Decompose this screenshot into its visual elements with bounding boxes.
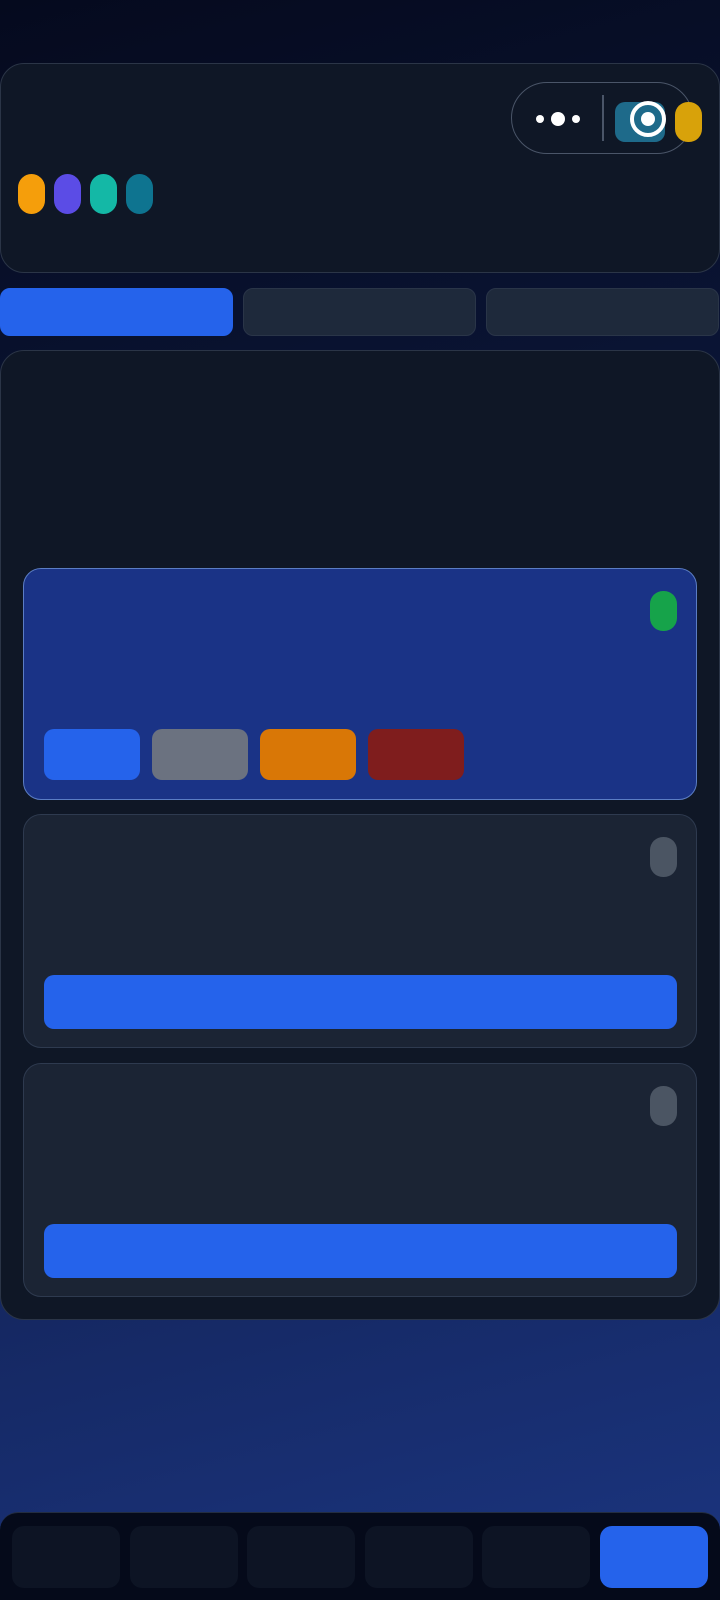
- delete-action-button[interactable]: [368, 729, 464, 780]
- nav-item-5[interactable]: [482, 1526, 590, 1588]
- nav-item-6[interactable]: [600, 1526, 708, 1588]
- color-dot-orange[interactable]: [18, 174, 45, 214]
- nav-item-1[interactable]: [12, 1526, 120, 1588]
- list-card-selected[interactable]: [23, 568, 697, 800]
- more-icon[interactable]: [536, 109, 580, 129]
- nav-item-3[interactable]: [247, 1526, 355, 1588]
- mini-program-capsule: [511, 82, 693, 154]
- tab-2[interactable]: [243, 288, 476, 336]
- nav-item-4[interactable]: [365, 1526, 473, 1588]
- list-card[interactable]: [23, 1063, 697, 1297]
- primary-action-button[interactable]: [44, 729, 140, 780]
- card-action-button[interactable]: [44, 1224, 677, 1278]
- status-badge: [650, 837, 677, 877]
- warning-action-button[interactable]: [260, 729, 356, 780]
- color-dot-cyan[interactable]: [126, 174, 153, 214]
- bottom-nav: [0, 1512, 720, 1600]
- tab-1[interactable]: [0, 288, 233, 336]
- target-icon[interactable]: [630, 101, 666, 137]
- card-action-button[interactable]: [44, 975, 677, 1029]
- secondary-action-button[interactable]: [152, 729, 248, 780]
- status-badge: [650, 591, 677, 631]
- capsule-divider: [602, 95, 604, 141]
- side-pill: [675, 102, 702, 142]
- tab-3[interactable]: [486, 288, 719, 336]
- status-badge: [650, 1086, 677, 1126]
- color-dot-teal[interactable]: [90, 174, 117, 214]
- color-dot-purple[interactable]: [54, 174, 81, 214]
- nav-item-2[interactable]: [130, 1526, 238, 1588]
- list-card[interactable]: [23, 814, 697, 1048]
